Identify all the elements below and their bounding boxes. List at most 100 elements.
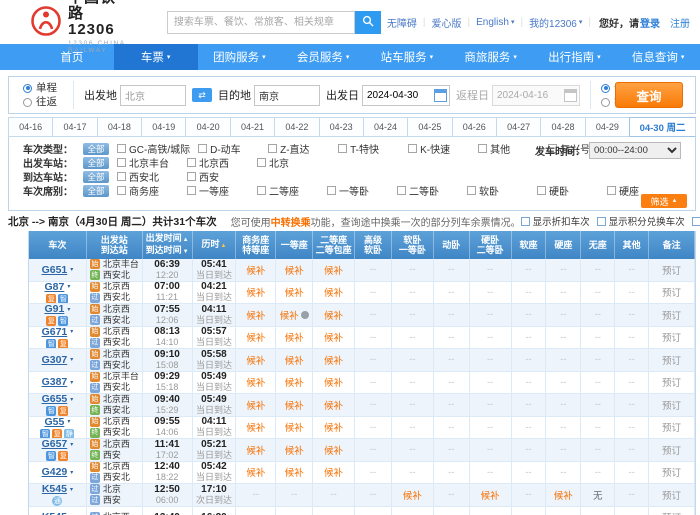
chevron-down-icon[interactable]: ▾: [70, 469, 73, 476]
filter-option[interactable]: 硬卧: [537, 183, 599, 198]
train-link[interactable]: G655: [42, 394, 68, 405]
chevron-down-icon[interactable]: ▾: [70, 441, 73, 448]
search-button[interactable]: [355, 11, 381, 34]
calendar-icon[interactable]: [434, 89, 447, 102]
waitlist-link[interactable]: 候补: [246, 263, 265, 277]
transfer-link[interactable]: 中转换乘: [271, 218, 311, 229]
book-button[interactable]: 预订: [662, 285, 681, 299]
filter-option[interactable]: 二等卧: [397, 183, 459, 198]
waitlist-link[interactable]: 候补: [324, 263, 343, 277]
waitlist-link[interactable]: 候补: [246, 330, 265, 344]
train-link[interactable]: G657: [42, 439, 68, 450]
date-tab-04-19[interactable]: 04-19: [141, 117, 185, 137]
train-link[interactable]: G91: [44, 304, 64, 315]
date-tab-04-25[interactable]: 04-25: [407, 117, 451, 137]
trip-type-radio-1[interactable]: 单程: [23, 82, 57, 94]
display-filter-checkbox-1[interactable]: 显示折扣车次: [521, 214, 590, 228]
chevron-down-icon[interactable]: ▾: [67, 418, 70, 425]
waitlist-link[interactable]: 候补: [246, 443, 265, 457]
book-button[interactable]: 预订: [662, 375, 681, 389]
date-tab-04-26[interactable]: 04-26: [452, 117, 496, 137]
waitlist-link[interactable]: 候补: [246, 420, 265, 434]
chevron-down-icon[interactable]: ▾: [70, 266, 73, 273]
top-link-3[interactable]: English▾: [470, 17, 520, 28]
login-link[interactable]: 登录: [640, 15, 660, 30]
search-input[interactable]: [167, 11, 355, 34]
train-link[interactable]: G307: [42, 354, 68, 366]
date-tab-active[interactable]: 04-30 周二: [629, 117, 696, 137]
filter-option[interactable]: 软卧: [467, 183, 529, 198]
waitlist-link[interactable]: 候补: [280, 308, 299, 322]
train-link[interactable]: G671: [42, 327, 68, 338]
query-submit-button[interactable]: 查询: [615, 82, 683, 108]
waitlist-link[interactable]: 候补: [324, 375, 343, 389]
book-button[interactable]: 预订: [662, 465, 681, 479]
nav-item-2[interactable]: 车票▾: [114, 44, 198, 70]
col-header-3[interactable]: 出发时间▲到达时间▼: [143, 231, 193, 259]
waitlist-link[interactable]: 候补: [324, 443, 343, 457]
waitlist-link[interactable]: 候补: [324, 420, 343, 434]
waitlist-link[interactable]: 候补: [246, 398, 265, 412]
nav-item-3[interactable]: 团购服务▾: [198, 44, 282, 70]
filter-option[interactable]: 北京西: [187, 155, 249, 170]
swap-stations-icon[interactable]: ⇄: [192, 88, 212, 102]
nav-item-6[interactable]: 商旅服务▾: [449, 44, 533, 70]
waitlist-link[interactable]: 候补: [246, 375, 265, 389]
top-link-4[interactable]: 我的12306▾: [523, 15, 588, 30]
filter-option[interactable]: 西安: [187, 169, 249, 184]
waitlist-link[interactable]: 候补: [285, 375, 304, 389]
train-link[interactable]: K545: [42, 484, 67, 495]
display-filter-checkbox-2[interactable]: 显示积分兑换车次: [597, 214, 685, 228]
waitlist-link[interactable]: 候补: [285, 443, 304, 457]
filter-submit-button[interactable]: 筛选▲: [641, 194, 687, 208]
filter-option[interactable]: D-动车: [198, 141, 260, 156]
date-tab-04-27[interactable]: 04-27: [496, 117, 540, 137]
display-filter-checkbox-3[interactable]: 显示全部可预订车次: [692, 214, 700, 228]
nav-item-1[interactable]: 首页: [30, 44, 114, 70]
filter-option[interactable]: GC-高铁/城际: [117, 141, 190, 156]
book-button[interactable]: 预订: [662, 330, 681, 344]
filter-all-button[interactable]: 全部: [83, 157, 109, 169]
waitlist-link[interactable]: 候补: [481, 488, 500, 502]
depart-time-select[interactable]: 00:00--24:00: [589, 142, 681, 159]
waitlist-link[interactable]: 候补: [324, 308, 343, 322]
top-link-2[interactable]: 爱心版: [426, 15, 468, 30]
filter-option[interactable]: 其他: [478, 141, 540, 156]
book-button[interactable]: 预订: [662, 420, 681, 434]
waitlist-link[interactable]: 候补: [285, 285, 304, 299]
book-button[interactable]: 预订: [662, 398, 681, 412]
date-tab-04-28[interactable]: 04-28: [540, 117, 584, 137]
nav-item-7[interactable]: 出行指南▾: [533, 44, 617, 70]
waitlist-link[interactable]: 候补: [324, 285, 343, 299]
filter-option[interactable]: 一等卧: [327, 183, 389, 198]
train-link[interactable]: G387: [42, 376, 68, 388]
filter-option[interactable]: 商务座: [117, 183, 179, 198]
chevron-down-icon[interactable]: ▾: [67, 306, 70, 313]
waitlist-link[interactable]: 候补: [324, 465, 343, 479]
waitlist-link[interactable]: 候补: [285, 465, 304, 479]
waitlist-link[interactable]: 候补: [554, 488, 573, 502]
chevron-down-icon[interactable]: ▾: [70, 486, 73, 493]
book-button[interactable]: 预订: [662, 308, 681, 322]
nav-item-5[interactable]: 站车服务▾: [365, 44, 449, 70]
train-link[interactable]: G429: [42, 466, 68, 478]
waitlist-link[interactable]: 候补: [285, 263, 304, 277]
filter-option[interactable]: 西安北: [117, 169, 179, 184]
filter-option[interactable]: 北京: [257, 155, 319, 170]
filter-option[interactable]: 一等座: [187, 183, 249, 198]
chevron-down-icon[interactable]: ▾: [70, 328, 73, 335]
train-link[interactable]: G87: [44, 282, 64, 293]
date-tab-04-17[interactable]: 04-17: [52, 117, 96, 137]
filter-option[interactable]: K-快速: [408, 141, 470, 156]
date-tab-04-16[interactable]: 04-16: [8, 117, 52, 137]
filter-all-button[interactable]: 全部: [83, 171, 109, 183]
date-tab-04-29[interactable]: 04-29: [585, 117, 629, 137]
waitlist-link[interactable]: 候补: [285, 398, 304, 412]
waitlist-link[interactable]: 候补: [285, 420, 304, 434]
date-tab-04-21[interactable]: 04-21: [230, 117, 274, 137]
waitlist-link[interactable]: 候补: [285, 353, 304, 367]
chevron-down-icon[interactable]: ▾: [70, 396, 73, 403]
filter-all-button[interactable]: 全部: [83, 143, 109, 155]
train-link[interactable]: K545: [42, 511, 67, 515]
from-input[interactable]: [120, 85, 186, 106]
